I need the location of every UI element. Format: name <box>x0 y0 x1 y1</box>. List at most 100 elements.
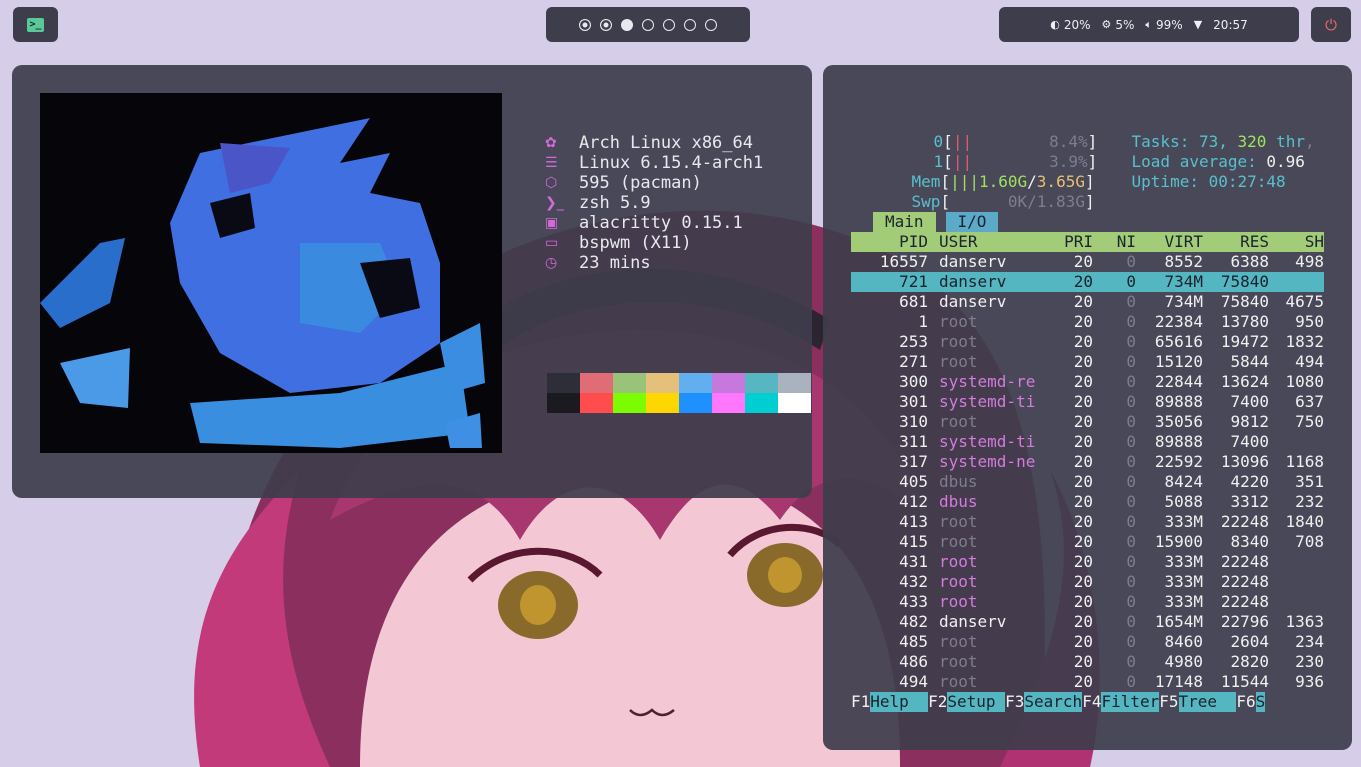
workspace-5[interactable] <box>663 18 675 31</box>
fkey-label[interactable]: Help <box>870 692 929 712</box>
palette-swatch <box>646 373 679 393</box>
table-row[interactable]: 301 systemd-ti 20 0 89888 7400 637 <box>851 392 1324 412</box>
fkey-f3[interactable]: F3 <box>1005 692 1024 712</box>
fkey-f1[interactable]: F1 <box>851 692 870 712</box>
palette-swatch <box>646 393 679 413</box>
fkey-label[interactable]: Tree <box>1178 692 1237 712</box>
table-row[interactable]: 310 root 20 0 35056 9812 750 <box>851 412 1324 432</box>
table-row[interactable]: 405 dbus 20 0 8424 4220 351 <box>851 472 1324 492</box>
fkey-f5[interactable]: F5 <box>1159 692 1178 712</box>
table-row[interactable]: 482 danserv 20 0 1654M 22796 1363 <box>851 612 1324 632</box>
system-info-row: ▣ alacritty 0.15.1 <box>545 213 763 233</box>
brightness-indicator[interactable]: ◐ 20% <box>1050 18 1090 32</box>
cell-user: root <box>939 672 978 691</box>
color-palette <box>547 373 811 413</box>
power-button[interactable]: ⏻ <box>1311 7 1351 42</box>
table-row[interactable]: 1 root 20 0 22384 13780 950 <box>851 312 1324 332</box>
column-header-res[interactable]: RES <box>1203 232 1269 252</box>
app-launcher-button[interactable]: >_ <box>13 7 58 42</box>
column-header-pid[interactable]: PID <box>851 232 928 252</box>
table-row[interactable]: 681 danserv 20 0 734M 75840 4675 <box>851 292 1324 312</box>
workspace-4[interactable] <box>642 18 654 31</box>
table-row[interactable]: 413 root 20 0 333M 22248 1840 <box>851 512 1324 532</box>
system-info-row: ▭ bspwm (X11) <box>545 233 763 253</box>
cell-ni: 0 <box>1126 272 1136 291</box>
table-row[interactable]: 415 root 20 0 15900 8340 708 <box>851 532 1324 552</box>
cell-pri: 20 <box>1073 252 1093 271</box>
cell-sh <box>1271 272 1324 292</box>
cell-pri: 20 <box>1073 332 1093 351</box>
cell-pri: 20 <box>1073 452 1093 471</box>
cell-ni: 0 <box>1126 532 1136 551</box>
table-row[interactable]: 16557 danserv 20 0 8552 6388 498 <box>851 252 1324 272</box>
cell-ni: 0 <box>1126 432 1136 451</box>
volume-indicator[interactable]: 🔈︎ 99% <box>1145 18 1182 32</box>
cell-pri: 20 <box>1073 652 1093 671</box>
table-row[interactable]: 432 root 20 0 333M 22248 <box>851 572 1324 592</box>
volume-value: 99% <box>1156 17 1183 32</box>
terminal-icon: ▣ <box>545 215 559 231</box>
cell-ni: 0 <box>1126 592 1136 611</box>
cell-user: root <box>939 632 978 651</box>
table-row-selected[interactable]: 721 danserv 20 0 734M 75840 <box>851 272 1324 292</box>
fkey-f4[interactable]: F4 <box>1082 692 1101 712</box>
wifi-indicator[interactable]: ▼ <box>1194 18 1202 31</box>
cell-sh: 750 <box>1295 412 1324 431</box>
cell-pid: 482 <box>899 612 928 631</box>
htop-terminal-window[interactable]: 0[|| 8.4%] 1[|| 3.9%] Mem[|||1.60G/3.65G… <box>823 65 1352 750</box>
wifi-icon: ▼ <box>1193 18 1203 31</box>
column-header-ni[interactable]: NI <box>1091 232 1136 252</box>
fkey-label[interactable]: Filter <box>1101 692 1160 712</box>
system-info-text: Linux 6.15.4-arch1 <box>579 153 764 173</box>
cell-user: root <box>939 352 978 371</box>
workspace-2[interactable] <box>600 18 612 31</box>
workspace-7[interactable] <box>705 18 717 31</box>
cell-pid: 301 <box>899 392 928 411</box>
table-row[interactable]: 431 root 20 0 333M 22248 <box>851 552 1324 572</box>
brightness-value: 20% <box>1063 17 1091 32</box>
system-info-list: ✿ Arch Linux x86_64 ☰ Linux 6.15.4-arch1 ⬡ 59… <box>545 133 763 273</box>
table-row[interactable]: 485 root 20 0 8460 2604 234 <box>851 632 1324 652</box>
workspace-1[interactable] <box>579 18 591 31</box>
palette-swatch <box>613 373 646 393</box>
fkey-label[interactable]: Setup <box>947 692 1006 712</box>
fkey-label[interactable]: S <box>1255 692 1266 712</box>
tab-main[interactable]: Main <box>873 212 936 232</box>
workspace-6[interactable] <box>684 18 696 31</box>
table-row[interactable]: 271 root 20 0 15120 5844 494 <box>851 352 1324 372</box>
tab-io[interactable]: I/O <box>945 212 999 232</box>
cell-user: root <box>939 592 978 611</box>
fkey-f2[interactable]: F2 <box>928 692 947 712</box>
column-header-virt[interactable]: VIRT <box>1133 232 1203 252</box>
table-row[interactable]: 486 root 20 0 4980 2820 230 <box>851 652 1324 672</box>
cell-ni: 0 <box>1126 512 1136 531</box>
column-header-shr[interactable]: SH <box>1271 232 1324 252</box>
cell-user: danserv <box>939 292 1007 311</box>
table-row[interactable]: 412 dbus 20 0 5088 3312 232 <box>851 492 1324 512</box>
fkey-f6[interactable]: F6 <box>1236 692 1255 712</box>
palette-swatch <box>745 393 778 413</box>
cell-res: 13096 <box>1220 452 1269 471</box>
table-row[interactable]: 317 systemd-ne 20 0 22592 13096 1168 <box>851 452 1324 472</box>
column-header-pri[interactable]: PRI <box>1051 232 1093 252</box>
table-row[interactable]: 311 systemd-ti 20 0 89888 7400 <box>851 432 1324 452</box>
table-row[interactable]: 300 systemd-re 20 0 22844 13624 1080 <box>851 372 1324 392</box>
table-row[interactable]: 433 root 20 0 333M 22248 <box>851 592 1324 612</box>
cell-pid: 300 <box>899 372 928 391</box>
fkey-label[interactable]: Search <box>1024 692 1083 712</box>
cell-pri: 20 <box>1073 312 1093 331</box>
workspace-3[interactable] <box>621 18 633 31</box>
palette-swatch <box>712 393 745 413</box>
cell-pid: 415 <box>899 532 928 551</box>
clock[interactable]: 20:57 <box>1213 18 1248 32</box>
cell-res: 4220 <box>1230 472 1269 491</box>
cell-user: root <box>939 312 978 331</box>
neofetch-terminal-window[interactable]: ✿ Arch Linux x86_64 ☰ Linux 6.15.4-arch1 ⬡ 59… <box>12 65 812 498</box>
column-header-user[interactable]: USER <box>939 232 1059 252</box>
ascii-logo-image <box>40 93 502 453</box>
cell-virt: 333M <box>1164 572 1203 591</box>
table-row[interactable]: 494 root 20 0 17148 11544 936 <box>851 672 1324 692</box>
table-row[interactable]: 253 root 20 0 65616 19472 1832 <box>851 332 1324 352</box>
cell-user: dbus <box>939 472 978 491</box>
cpu-indicator[interactable]: ⚙ 5% <box>1102 18 1135 32</box>
